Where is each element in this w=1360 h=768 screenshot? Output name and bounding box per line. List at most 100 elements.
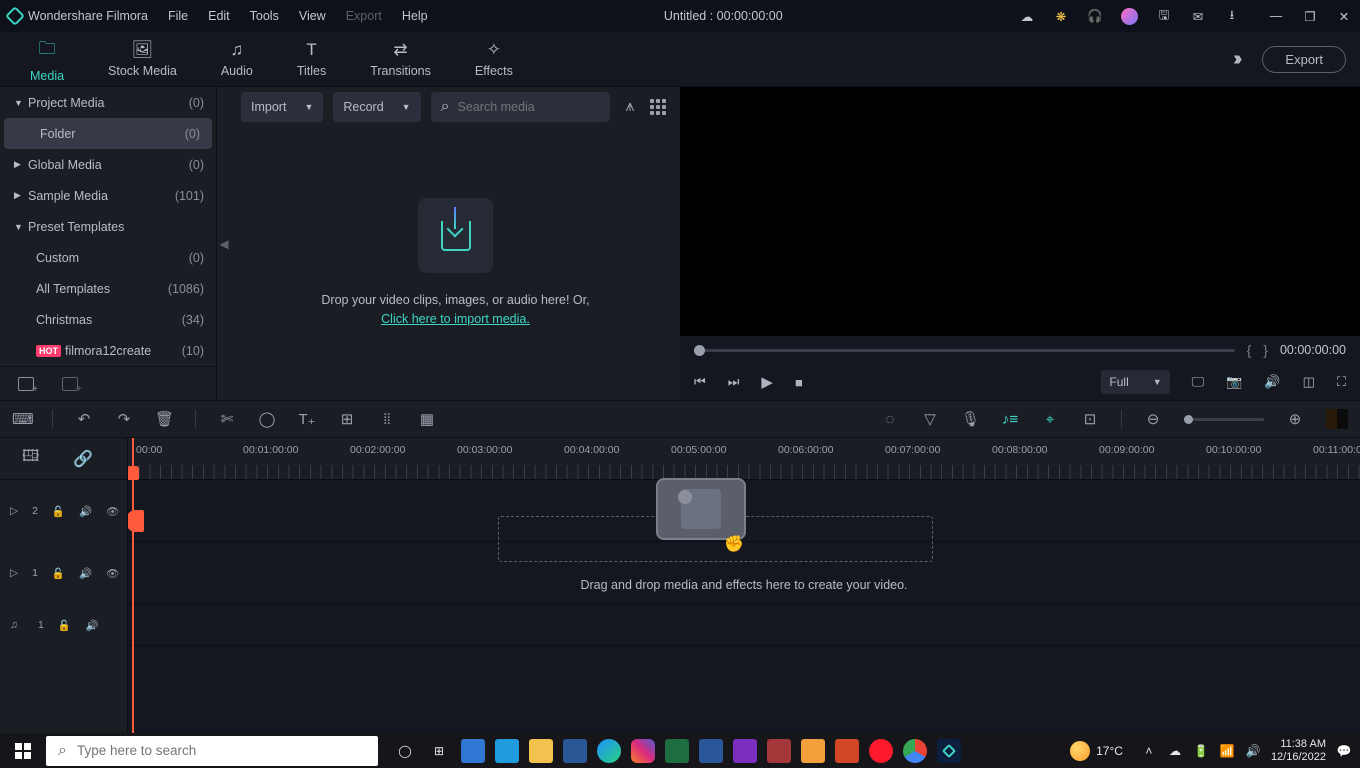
sidebar-item[interactable]: ▼Project Media(0) bbox=[0, 87, 216, 118]
grid-view-icon[interactable] bbox=[650, 99, 670, 115]
outlook-icon[interactable] bbox=[796, 733, 830, 768]
tab-audio[interactable]: ♫Audio bbox=[199, 40, 275, 78]
compare-icon[interactable]: ◫ bbox=[1303, 374, 1315, 390]
text-tool-icon[interactable]: T₊ bbox=[298, 410, 316, 428]
track-header[interactable]: ▷2🔓🔊👁 bbox=[0, 480, 127, 542]
magnetic-icon[interactable]: ⌖ bbox=[1041, 411, 1059, 428]
play-icon[interactable]: ▶ bbox=[761, 373, 773, 391]
onedrive-tray-icon[interactable]: ☁ bbox=[1167, 744, 1183, 758]
mark-out-icon[interactable]: } bbox=[1263, 342, 1268, 358]
cloud-icon[interactable]: ☁ bbox=[1019, 8, 1035, 24]
volume-icon[interactable]: 🔊 bbox=[1264, 374, 1280, 390]
app-icon[interactable] bbox=[456, 733, 490, 768]
adjust-icon[interactable]: ⊞ bbox=[338, 410, 356, 428]
crop-icon[interactable]: ◯ bbox=[258, 410, 276, 428]
tab-titles[interactable]: TTitles bbox=[275, 40, 348, 78]
speed-icon[interactable]: ⦙⦙ bbox=[378, 411, 396, 428]
search-input[interactable] bbox=[458, 100, 600, 114]
sidebar-item[interactable]: Custom(0) bbox=[0, 242, 216, 273]
taskbar-clock[interactable]: 11:38 AM 12/16/2022 bbox=[1271, 738, 1326, 763]
track-header[interactable]: ♫1🔓🔊 bbox=[0, 604, 127, 646]
marker-icon[interactable]: ▽ bbox=[921, 410, 939, 428]
keyboard-icon[interactable]: ⌨ bbox=[12, 410, 30, 428]
maximize-icon[interactable]: ❐ bbox=[1302, 8, 1318, 24]
cortana-icon[interactable]: ◯ bbox=[388, 733, 422, 768]
explorer-icon[interactable] bbox=[524, 733, 558, 768]
visibility-icon[interactable]: 👁 bbox=[106, 567, 119, 580]
mute-icon[interactable]: 🔊 bbox=[86, 619, 100, 632]
track-header[interactable]: ▷1🔓🔊👁 bbox=[0, 542, 127, 604]
idea-icon[interactable]: ❋ bbox=[1053, 8, 1069, 24]
tab-effects[interactable]: ✧Effects bbox=[453, 40, 535, 78]
collapse-sidebar-icon[interactable]: ◀ bbox=[217, 87, 231, 400]
display-icon[interactable]: 🖵 bbox=[1192, 374, 1205, 390]
sidebar-item[interactable]: HOTfilmora12create(10) bbox=[0, 335, 216, 366]
link-tracks-icon[interactable]: 🔗 bbox=[73, 449, 93, 469]
tray-chevron-icon[interactable]: ˄ bbox=[1141, 744, 1157, 758]
menu-tools[interactable]: Tools bbox=[250, 9, 279, 23]
filmora-taskbar-icon[interactable] bbox=[932, 733, 966, 768]
delete-icon[interactable]: 🗑 bbox=[155, 410, 173, 428]
zoom-in-icon[interactable]: ⊕ bbox=[1286, 410, 1304, 428]
prev-frame-icon[interactable]: ⏮ bbox=[694, 374, 706, 390]
zoom-slider[interactable] bbox=[1184, 418, 1264, 421]
taskbar-search[interactable]: ⌕ bbox=[46, 736, 378, 766]
zoom-out-icon[interactable]: ⊖ bbox=[1144, 410, 1162, 428]
mark-in-icon[interactable]: { bbox=[1247, 342, 1252, 358]
menu-edit[interactable]: Edit bbox=[208, 9, 230, 23]
menu-file[interactable]: File bbox=[168, 9, 188, 23]
support-icon[interactable]: 🎧 bbox=[1087, 8, 1103, 24]
sidebar-item[interactable]: Christmas(34) bbox=[0, 304, 216, 335]
record-dropdown[interactable]: Record▼ bbox=[333, 92, 420, 122]
scrubber[interactable] bbox=[694, 349, 1235, 352]
media-search[interactable]: ⌕ bbox=[431, 92, 610, 122]
taskview-icon[interactable]: ⊞ bbox=[422, 733, 456, 768]
edge-icon[interactable] bbox=[592, 733, 626, 768]
redo-icon[interactable]: ↷ bbox=[115, 410, 133, 428]
chrome-icon[interactable] bbox=[898, 733, 932, 768]
menu-view[interactable]: View bbox=[299, 9, 326, 23]
playhead-handle[interactable] bbox=[128, 510, 144, 532]
timeline-ruler[interactable]: 00:0000:01:00:0000:02:00:0000:03:00:0000… bbox=[128, 438, 1360, 480]
powerpoint-icon[interactable] bbox=[830, 733, 864, 768]
render-icon[interactable]: ◌ bbox=[881, 411, 899, 428]
import-dropzone-icon[interactable] bbox=[418, 198, 493, 273]
auto-ripple-icon[interactable]: ⊡ bbox=[1081, 410, 1099, 428]
download-icon[interactable]: ⭳ bbox=[1224, 8, 1240, 24]
new-folder-icon[interactable] bbox=[18, 377, 34, 391]
tab-stock-media[interactable]: 🖼Stock Media bbox=[86, 40, 199, 78]
color-icon[interactable]: ▦ bbox=[418, 410, 436, 428]
import-link[interactable]: Click here to import media. bbox=[381, 312, 530, 326]
menu-help[interactable]: Help bbox=[402, 9, 428, 23]
filter-icon[interactable]: ⩚ bbox=[620, 98, 640, 116]
mail-icon[interactable]: ✉ bbox=[1190, 8, 1206, 24]
track-lane[interactable] bbox=[128, 604, 1360, 646]
wifi-tray-icon[interactable]: 📶 bbox=[1219, 744, 1235, 758]
split-icon[interactable]: ✄ bbox=[218, 410, 236, 428]
volume-tray-icon[interactable]: 🔊 bbox=[1245, 744, 1261, 758]
audio-mixer-icon[interactable]: ♪≡ bbox=[1001, 411, 1019, 428]
access-icon[interactable] bbox=[762, 733, 796, 768]
stop-icon[interactable]: ■ bbox=[795, 375, 803, 390]
lock-icon[interactable]: 🔓 bbox=[52, 505, 65, 518]
more-tabs-icon[interactable]: ›› bbox=[1233, 48, 1238, 71]
import-dropdown[interactable]: Import▼ bbox=[241, 92, 323, 122]
sidebar-item[interactable]: ▼Preset Templates bbox=[0, 211, 216, 242]
mute-icon[interactable]: 🔊 bbox=[79, 505, 92, 518]
avatar-icon[interactable] bbox=[1121, 8, 1138, 25]
word-icon[interactable] bbox=[694, 733, 728, 768]
tab-media[interactable]: 🗀Media bbox=[8, 36, 86, 83]
tab-transitions[interactable]: ⇄Transitions bbox=[348, 40, 453, 78]
instagram-icon[interactable] bbox=[626, 733, 660, 768]
notifications-icon[interactable]: 💬 bbox=[1336, 744, 1352, 758]
new-bin-icon[interactable] bbox=[62, 377, 78, 391]
sidebar-item[interactable]: ▶Sample Media(101) bbox=[0, 180, 216, 211]
undo-icon[interactable]: ↶ bbox=[75, 410, 93, 428]
voiceover-icon[interactable]: 🎙 bbox=[961, 410, 979, 428]
weather-widget[interactable]: 17°C bbox=[1070, 741, 1123, 761]
sidebar-item[interactable]: Folder(0) bbox=[4, 118, 212, 149]
taskbar-search-input[interactable] bbox=[77, 743, 366, 758]
sidebar-item[interactable]: ▶Global Media(0) bbox=[0, 149, 216, 180]
track-manager-icon[interactable]: 🖽 bbox=[22, 445, 39, 472]
battery-tray-icon[interactable]: 🔋 bbox=[1193, 744, 1209, 758]
